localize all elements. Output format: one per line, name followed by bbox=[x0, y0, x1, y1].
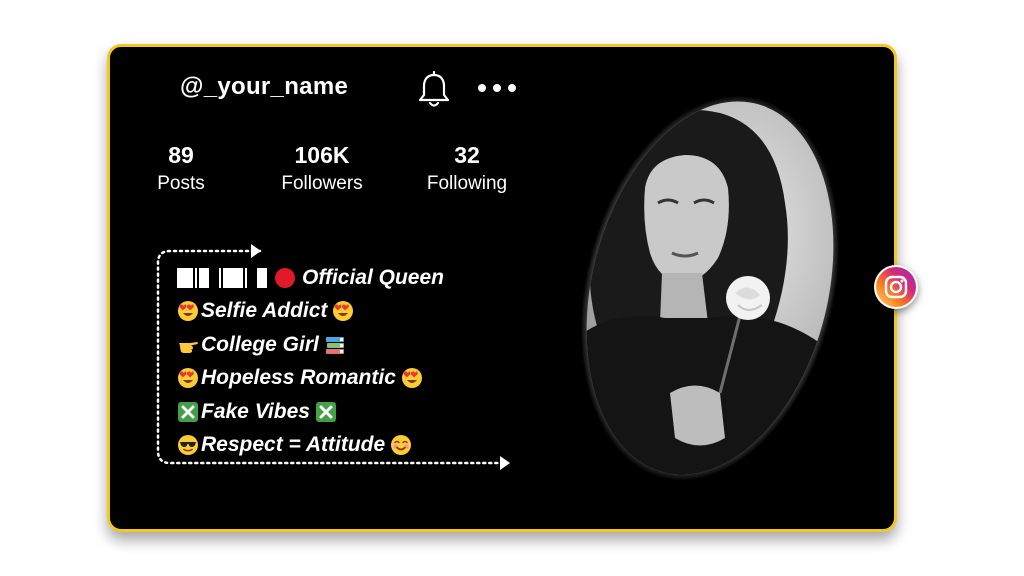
following-label: Following bbox=[426, 173, 508, 194]
bio-line-official-queen: Official Queen bbox=[177, 261, 444, 295]
more-dots-icon[interactable] bbox=[475, 77, 519, 99]
cross-mark-button-icon bbox=[178, 401, 198, 422]
posts-label: Posts bbox=[157, 173, 205, 194]
bio-line-4: Hopeless Romantic bbox=[201, 366, 396, 390]
bio-line-fake-vibes: Fake Vibes bbox=[177, 395, 444, 429]
posts-count: 89 bbox=[168, 142, 194, 168]
heart-eyes-emoji-icon bbox=[178, 301, 198, 322]
red-circle-icon bbox=[275, 267, 295, 288]
bio-line-college-girl: College Girl bbox=[177, 328, 444, 362]
following-count: 32 bbox=[454, 142, 480, 168]
heart-eyes-emoji-icon bbox=[333, 301, 354, 322]
followers-count: 106K bbox=[294, 142, 350, 168]
heart-eyes-emoji-icon bbox=[178, 368, 198, 389]
bio-line-respect-attitude: Respect = Attitude bbox=[177, 429, 444, 463]
bio-line-3: College Girl bbox=[201, 332, 319, 356]
bio-line-selfie-addict: Selfie Addict bbox=[177, 295, 444, 329]
username[interactable]: @_your_name bbox=[180, 73, 348, 101]
profile-card: @_your_name 89 Posts 106K Followers 32 F… bbox=[107, 44, 897, 532]
stat-followers[interactable]: 106K Followers bbox=[267, 142, 377, 195]
bio-line-2: Selfie Addict bbox=[201, 299, 328, 323]
bio-line-hopeless-romantic: Hopeless Romantic bbox=[177, 362, 444, 396]
profile-photo[interactable] bbox=[570, 93, 850, 483]
instagram-icon[interactable] bbox=[874, 265, 918, 309]
bio-line-1: Official Queen bbox=[302, 265, 444, 289]
bio-line-6: Respect = Attitude bbox=[201, 433, 386, 457]
pointing-hand-emoji-icon bbox=[179, 341, 198, 353]
bio: Official Queen Selfie Addict College Gir… bbox=[177, 261, 444, 462]
stat-posts[interactable]: 89 Posts bbox=[126, 142, 236, 195]
cross-mark-button-icon bbox=[315, 401, 336, 422]
sunglasses-emoji-icon bbox=[178, 435, 198, 456]
smiling-face-emoji-icon bbox=[391, 435, 412, 456]
bell-icon[interactable] bbox=[417, 71, 451, 109]
heart-eyes-emoji-icon bbox=[401, 368, 422, 389]
bio-line-5: Fake Vibes bbox=[201, 399, 310, 423]
barcode-decoration bbox=[177, 267, 269, 288]
followers-label: Followers bbox=[281, 173, 363, 194]
stat-following[interactable]: 32 Following bbox=[412, 142, 522, 195]
books-emoji-icon bbox=[325, 336, 344, 354]
